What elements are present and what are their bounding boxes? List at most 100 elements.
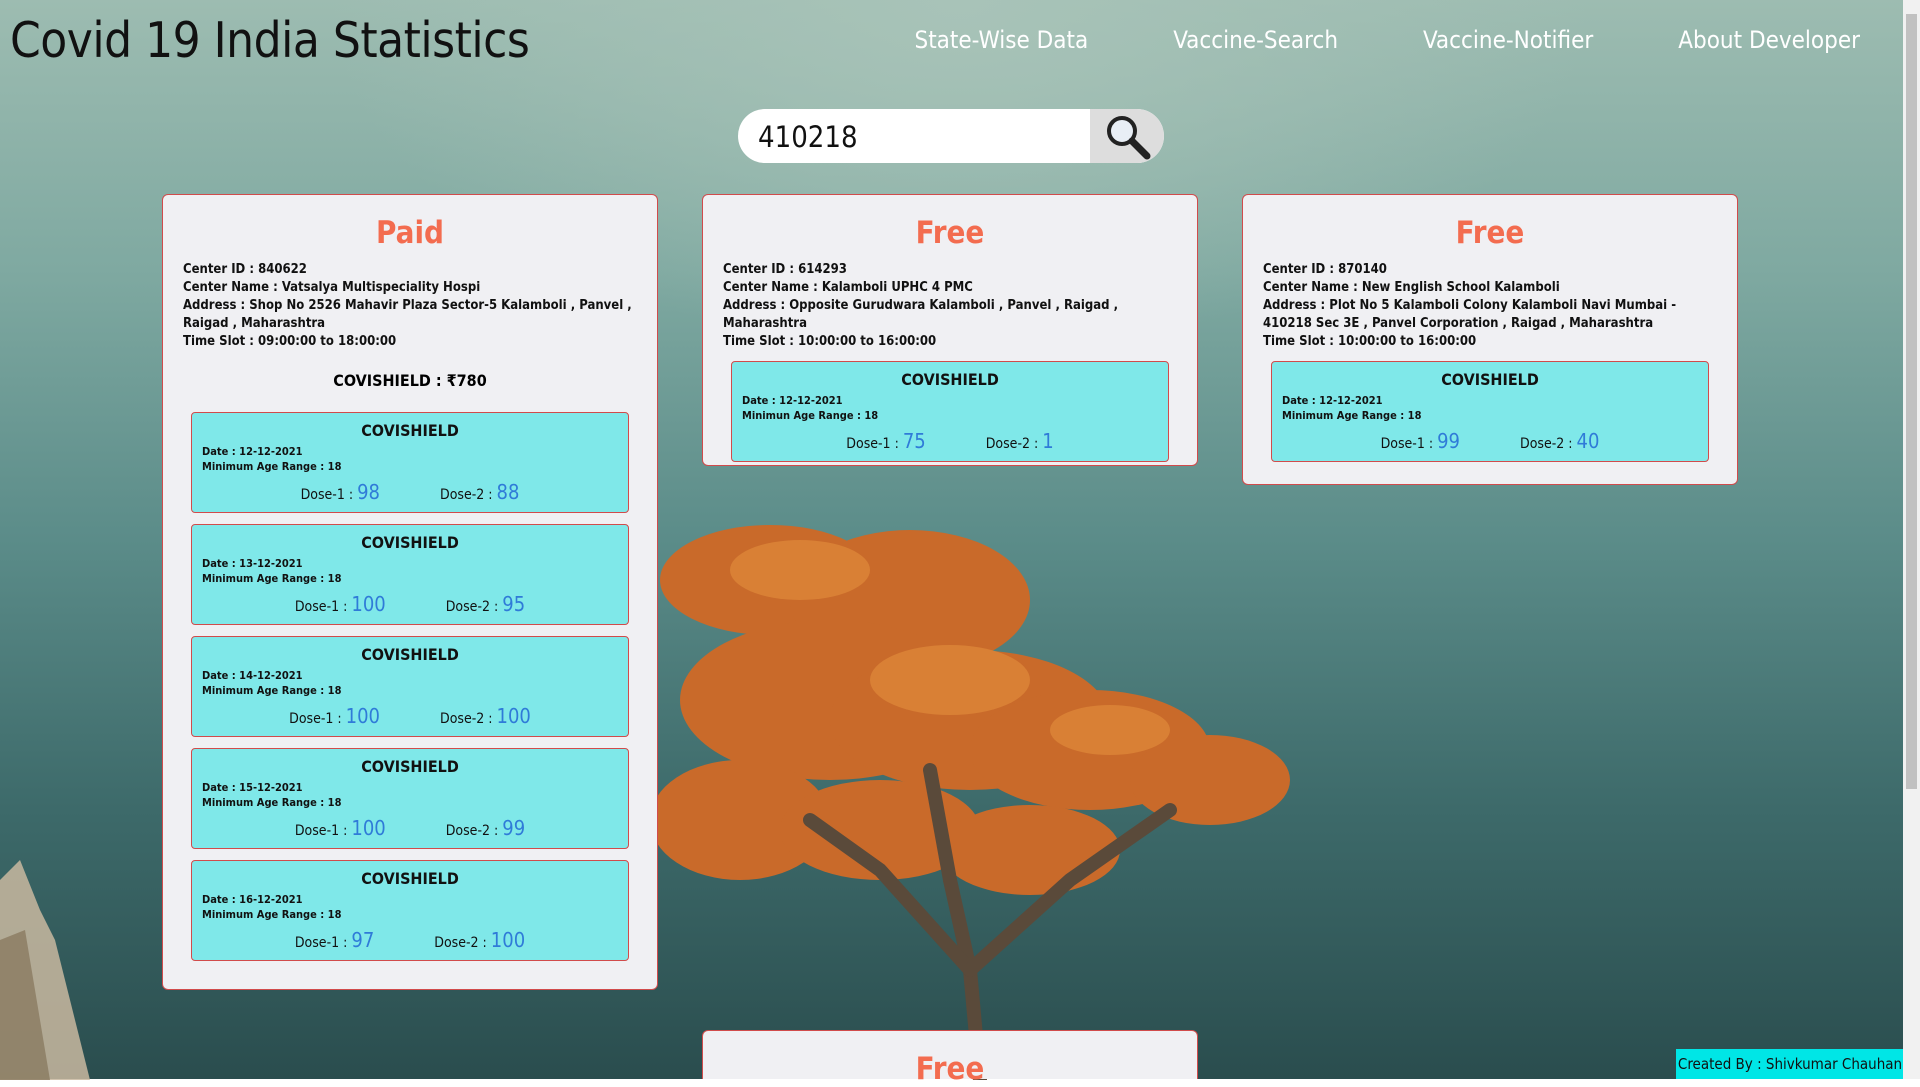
main-nav: State-Wise Data Vaccine-Search Vaccine-N… [914,26,1860,54]
center-time-slot: Time Slot : 10:00:00 to 16:00:00 [723,334,937,349]
rocks-decoration [0,860,90,1080]
vaccine-name: COVISHIELD [901,370,999,389]
session-date: Date : 15-12-2021 [202,781,303,794]
dose1-label: Dose-1 : [1380,436,1434,452]
dose-availability: Dose-1 : 97 Dose-2 : 100 [192,928,628,952]
dose2-count: 1 [1042,429,1054,453]
dose1-label: Dose-1 : [294,935,348,951]
session-date: Date : 12-12-2021 [742,394,843,407]
fee-type: Free [1455,215,1525,251]
nav-link-vaccine-search[interactable]: Vaccine-Search [1173,26,1338,54]
dose2-label: Dose-2 : [1520,436,1573,452]
session-date: Date : 16-12-2021 [202,893,303,906]
center-card: Paid Center ID : 840622 Center Name : Va… [162,194,658,990]
center-name: Center Name : Vatsalya Multispeciality H… [183,280,481,295]
session-age: Minimum Age Range : 18 [202,460,342,473]
nav-link-about-developer[interactable]: About Developer [1678,26,1860,54]
session-date: Date : 12-12-2021 [202,445,303,458]
center-id: Center ID : 614293 [723,262,847,277]
dose-availability: Dose-1 : 75 Dose-2 : 1 [732,429,1168,453]
fee-type: Paid [376,215,444,251]
session-age: Minimum Age Range : 18 [202,796,342,809]
dose2-count: 95 [502,592,526,616]
scrollbar-thumb[interactable] [1906,14,1917,789]
session-slot: COVISHIELD Date : 13-12-2021 Minimum Age… [191,524,629,625]
dose2-count: 99 [502,816,526,840]
vaccine-name: COVISHIELD [361,869,459,888]
fee-type: Free [915,1051,985,1087]
center-address: Address : Shop No 2526 Mahavir Plaza Sec… [183,298,632,331]
session-slot: COVISHIELD Date : 12-12-2021 Minimum Age… [191,412,629,513]
dose-availability: Dose-1 : 100 Dose-2 : 99 [192,816,628,840]
dose2-label: Dose-2 : [434,935,487,951]
dose1-count: 98 [357,480,380,504]
developer-credit: Created By : Shivkumar Chauhan [1676,1049,1904,1079]
session-date: Date : 13-12-2021 [202,557,303,570]
dose1-count: 100 [351,816,386,840]
center-card: Free [702,1030,1198,1087]
session-slot: COVISHIELD Date : 14-12-2021 Minimum Age… [191,636,629,737]
vaccine-price: COVISHIELD : ₹780 [333,371,487,390]
session-age: Minimum Age Range : 18 [202,684,342,697]
dose-availability: Dose-1 : 100 Dose-2 : 100 [192,704,628,728]
dose1-label: Dose-1 : [294,599,348,615]
center-card: Free Center ID : 614293 Center Name : Ka… [702,194,1198,466]
session-slot: COVISHIELD Date : 12-12-2021 Minimun Age… [731,361,1169,462]
dose2-label: Dose-2 : [440,711,493,727]
center-time-slot: Time Slot : 10:00:00 to 16:00:00 [1263,334,1477,349]
dose1-label: Dose-1 : [294,823,348,839]
session-age: Minimum Age Range : 18 [202,908,342,921]
dose-availability: Dose-1 : 98 Dose-2 : 88 [192,480,628,504]
tree-decoration [650,525,1290,1080]
dose1-count: 97 [351,928,375,952]
session-age: Minimum Age Range : 18 [1282,409,1422,422]
search-icon [1107,116,1151,160]
dose1-label: Dose-1 : [846,436,899,452]
dose2-count: 100 [496,704,531,728]
dose-availability: Dose-1 : 99 Dose-2 : 40 [1272,429,1708,453]
dose1-label: Dose-1 : [300,487,354,503]
pincode-search-input[interactable] [756,109,1090,163]
center-name: Center Name : Kalamboli UPHC 4 PMC [723,280,973,295]
nav-link-state-wise-data[interactable]: State-Wise Data [914,26,1088,54]
dose-availability: Dose-1 : 100 Dose-2 : 95 [192,592,628,616]
dose2-count: 88 [496,480,520,504]
dose2-label: Dose-2 : [445,599,499,615]
site-header: Covid 19 India Statistics State-Wise Dat… [0,0,1900,95]
search-button[interactable] [1090,109,1164,163]
center-time-slot: Time Slot : 09:00:00 to 18:00:00 [183,334,397,349]
session-date: Date : 12-12-2021 [1282,394,1383,407]
center-id: Center ID : 870140 [1263,262,1387,277]
vaccine-name: COVISHIELD [361,421,459,440]
dose2-label: Dose-2 : [445,823,499,839]
center-address: Address : Plot No 5 Kalamboli Colony Kal… [1263,298,1677,331]
dose2-count: 100 [490,928,526,952]
session-age: Minimum Age Range : 18 [202,572,342,585]
dose1-count: 100 [345,704,380,728]
center-name: Center Name : New English School Kalambo… [1263,280,1560,295]
dose1-count: 75 [902,429,926,453]
fee-type: Free [915,215,985,251]
center-id: Center ID : 840622 [183,262,307,277]
dose2-label: Dose-2 : [985,436,1039,452]
dose2-count: 40 [1576,429,1600,453]
dose2-label: Dose-2 : [440,487,493,503]
session-slot: COVISHIELD Date : 15-12-2021 Minimum Age… [191,748,629,849]
pincode-search-bar [738,109,1164,163]
dose1-label: Dose-1 : [289,711,342,727]
vaccine-name: COVISHIELD [361,757,459,776]
page-scrollbar[interactable] [1903,0,1920,1079]
center-address: Address : Opposite Gurudwara Kalamboli ,… [723,298,1119,331]
session-slot: COVISHIELD Date : 16-12-2021 Minimum Age… [191,860,629,961]
session-date: Date : 14-12-2021 [202,669,303,682]
nav-link-vaccine-notifier[interactable]: Vaccine-Notifier [1423,26,1593,54]
dose1-count: 99 [1437,429,1460,453]
vaccine-name: COVISHIELD [361,645,459,664]
vaccine-name: COVISHIELD [361,533,459,552]
dose1-count: 100 [351,592,386,616]
session-slot: COVISHIELD Date : 12-12-2021 Minimum Age… [1271,361,1709,462]
site-title: Covid 19 India Statistics [10,12,530,69]
center-card: Free Center ID : 870140 Center Name : Ne… [1242,194,1738,485]
session-age: Minimun Age Range : 18 [742,409,879,422]
vaccine-name: COVISHIELD [1441,370,1539,389]
